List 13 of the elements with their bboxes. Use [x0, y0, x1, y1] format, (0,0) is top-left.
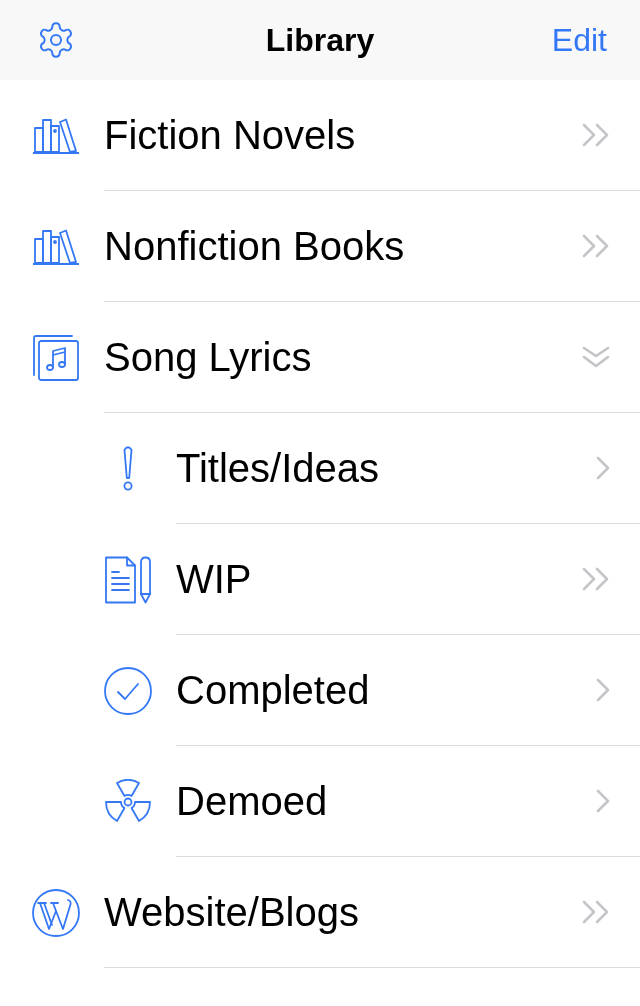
document-pencil-icon: [104, 555, 152, 604]
check-circle-icon: [104, 666, 152, 715]
exclamation-icon: [121, 445, 135, 492]
bookshelf-icon: [32, 228, 80, 265]
nav-title: Library: [265, 24, 375, 56]
music-note-icon: [32, 333, 80, 382]
chevron-right-icon: [596, 456, 610, 480]
w-logo-icon: [32, 888, 80, 937]
chevron-right-icon: [596, 678, 610, 702]
chevron-right-icon: [596, 789, 610, 813]
radiation-icon: [104, 778, 152, 825]
edit-button[interactable]: Edit: [551, 24, 607, 56]
bookshelf-icon: [32, 117, 80, 154]
